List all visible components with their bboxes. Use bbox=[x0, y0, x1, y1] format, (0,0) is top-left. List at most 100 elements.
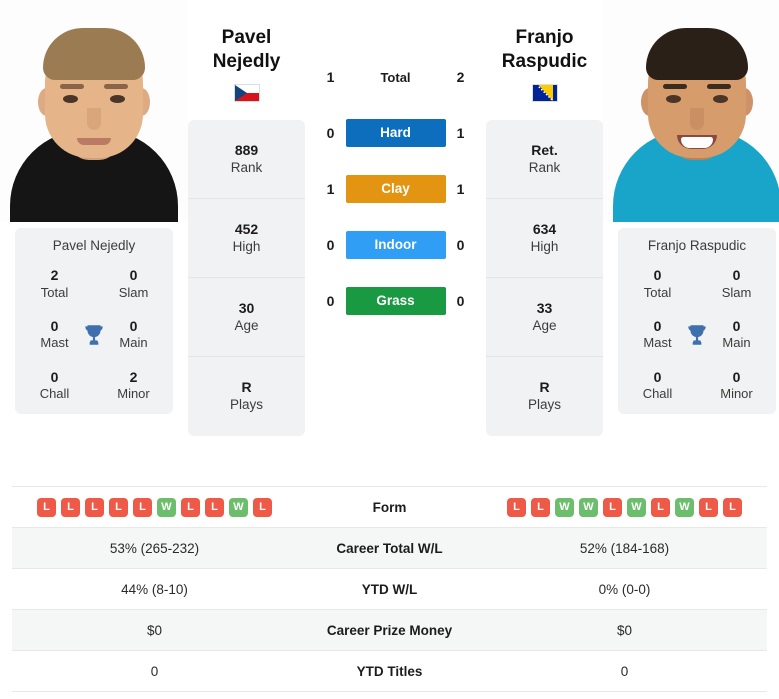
form-badge-loss[interactable]: L bbox=[531, 497, 550, 517]
row-label-cell: Form bbox=[372, 499, 407, 515]
form-badge-loss[interactable]: L bbox=[133, 497, 152, 517]
row-label-cell: Career Prize Money bbox=[326, 622, 453, 638]
form-badge-loss[interactable]: L bbox=[603, 497, 622, 517]
photo-eye-right bbox=[713, 95, 728, 103]
left-value-cell: 53% (265-232) bbox=[109, 540, 200, 556]
left-stats-card: 889 Rank 452 High 30 Age R Plays bbox=[188, 119, 305, 436]
photo-mouth bbox=[77, 138, 111, 145]
form-badge-loss[interactable]: L bbox=[109, 497, 128, 517]
left-title-label: Total bbox=[40, 284, 69, 300]
left-titles-grid: 2 Total 0 Slam 0 Mast 0 Main 0 Chall 2 Minor bbox=[15, 267, 173, 402]
right-rank-label: Rank bbox=[528, 159, 561, 175]
left-rank-label: Rank bbox=[230, 159, 263, 175]
photo-eyebrow-right bbox=[707, 84, 731, 89]
form-badge-loss[interactable]: L bbox=[699, 497, 718, 517]
h2h-right-score: 1 bbox=[456, 181, 465, 197]
right-age-label: Age bbox=[532, 317, 557, 333]
left-title-minor: 2 Minor bbox=[94, 369, 173, 403]
h2h-row-total: 1 Total 2 bbox=[305, 63, 486, 91]
right-player-panel: Franjo Raspudic 0 Total 0 Slam 0 Mast 0 Main 0 Ch… bbox=[603, 0, 779, 415]
form-badge-loss[interactable]: L bbox=[723, 497, 742, 517]
photo-nose bbox=[690, 108, 704, 130]
h2h-left-score: 1 bbox=[326, 69, 335, 85]
left-title-label: Slam bbox=[118, 284, 149, 300]
right-title-value: 0 bbox=[732, 267, 741, 283]
h2h-row-clay: 1 Clay 1 bbox=[305, 175, 486, 203]
right-plays-label: Plays bbox=[527, 397, 561, 413]
photo-hair bbox=[43, 28, 145, 80]
form-badge-loss[interactable]: L bbox=[205, 497, 224, 517]
left-plays-value: R bbox=[241, 379, 252, 396]
right-age-value: 33 bbox=[536, 299, 553, 316]
right-player-name: Franjo Raspudic bbox=[486, 0, 603, 74]
left-title-label: Chall bbox=[39, 386, 70, 401]
right-high-value: 634 bbox=[532, 220, 557, 237]
left-value-cell: $0 bbox=[146, 622, 163, 638]
h2h-left-score: 0 bbox=[326, 293, 335, 309]
left-title-value: 2 bbox=[50, 267, 59, 283]
form-badge-loss[interactable]: L bbox=[37, 497, 56, 517]
right-value-cell: 52% (184-168) bbox=[579, 540, 670, 556]
form-badge-win[interactable]: W bbox=[627, 497, 646, 517]
left-title-total: 2 Total bbox=[15, 267, 94, 301]
form-badge-win[interactable]: W bbox=[555, 497, 574, 517]
trophy-icon bbox=[688, 324, 706, 345]
h2h-right-score: 1 bbox=[456, 125, 465, 141]
left-name-first: Pavel bbox=[221, 27, 272, 48]
left-value-cell: 0 bbox=[150, 663, 159, 679]
surface-badge-indoor[interactable]: Indoor bbox=[345, 231, 446, 259]
form-badge-win[interactable]: W bbox=[157, 497, 176, 517]
right-stat-rank: Ret. Rank bbox=[486, 120, 603, 199]
form-badge-win[interactable]: W bbox=[229, 497, 248, 517]
table-row: 0 YTD Titles 0 bbox=[12, 651, 767, 692]
h2h-row-hard: 0 Hard 1 bbox=[305, 119, 486, 147]
h2h-left-score: 0 bbox=[326, 237, 335, 253]
comparison-table: L L L L L W L L W L Form L L W W L W L W L L 53% (265-232) Car… bbox=[12, 486, 767, 692]
left-name-last: Nejedly bbox=[212, 50, 281, 72]
form-badge-loss[interactable]: L bbox=[651, 497, 670, 517]
left-title-value: 0 bbox=[50, 368, 59, 385]
surface-badge-grass[interactable]: Grass bbox=[345, 287, 446, 315]
left-player-panel: Pavel Nejedly 2 Total 0 Slam 0 Mast 0 Main 0 Chal… bbox=[0, 0, 188, 415]
table-row: 44% (8-10) YTD W/L 0% (0-0) bbox=[12, 569, 767, 610]
right-title-chall: 0 Chall bbox=[618, 369, 697, 403]
player-comparison-header: Pavel Nejedly 2 Total 0 Slam 0 Mast 0 Main 0 Chal… bbox=[0, 0, 779, 478]
form-badge-loss[interactable]: L bbox=[61, 497, 80, 517]
left-player-name-label: Pavel Nejedly bbox=[52, 238, 136, 253]
right-name-block: Franjo Raspudic Ret. Rank 634 High 33 Ag… bbox=[486, 0, 603, 436]
left-title-label: Minor bbox=[117, 386, 150, 401]
left-plays-label: Plays bbox=[229, 397, 263, 413]
right-stats-card: Ret. Rank 634 High 33 Age R Plays bbox=[486, 119, 603, 436]
form-badge-loss[interactable]: L bbox=[253, 497, 272, 517]
right-title-label: Slam bbox=[721, 284, 752, 300]
photo-eye-left bbox=[63, 95, 78, 103]
h2h-left-score: 0 bbox=[326, 125, 335, 141]
right-stat-age: 33 Age bbox=[486, 278, 603, 357]
right-player-photo bbox=[603, 0, 779, 222]
right-titles-grid: 0 Total 0 Slam 0 Mast 0 Main 0 Chall 0 Minor bbox=[618, 267, 776, 402]
row-label-cell: Career Total W/L bbox=[336, 540, 443, 556]
form-badge-win[interactable]: W bbox=[675, 497, 694, 517]
left-age-label: Age bbox=[234, 317, 259, 333]
h2h-total-label: Total bbox=[380, 69, 411, 85]
left-stat-plays: R Plays bbox=[188, 357, 305, 436]
left-value-cell: LLLLLWLLWL bbox=[12, 487, 297, 528]
form-badge-loss[interactable]: L bbox=[181, 497, 200, 517]
right-value-cell: 0% (0-0) bbox=[598, 581, 651, 597]
right-value-cell: $0 bbox=[616, 622, 633, 638]
right-title-value: 0 bbox=[732, 368, 741, 385]
form-badge-loss[interactable]: L bbox=[507, 497, 526, 517]
form-badge-loss[interactable]: L bbox=[85, 497, 104, 517]
form-badge-win[interactable]: W bbox=[579, 497, 598, 517]
right-title-label: Chall bbox=[642, 386, 673, 401]
surface-badge-clay[interactable]: Clay bbox=[345, 175, 446, 203]
left-high-label: High bbox=[232, 238, 261, 254]
right-stat-high: 634 High bbox=[486, 199, 603, 278]
h2h-surface-cell: Hard bbox=[345, 119, 446, 147]
photo-teeth bbox=[681, 137, 713, 148]
left-age-value: 30 bbox=[238, 299, 255, 316]
h2h-surface-cell: Indoor bbox=[345, 231, 446, 259]
surface-badge-hard[interactable]: Hard bbox=[345, 119, 446, 147]
left-title-slam: 0 Slam bbox=[94, 267, 173, 301]
right-plays-value: R bbox=[539, 379, 550, 396]
